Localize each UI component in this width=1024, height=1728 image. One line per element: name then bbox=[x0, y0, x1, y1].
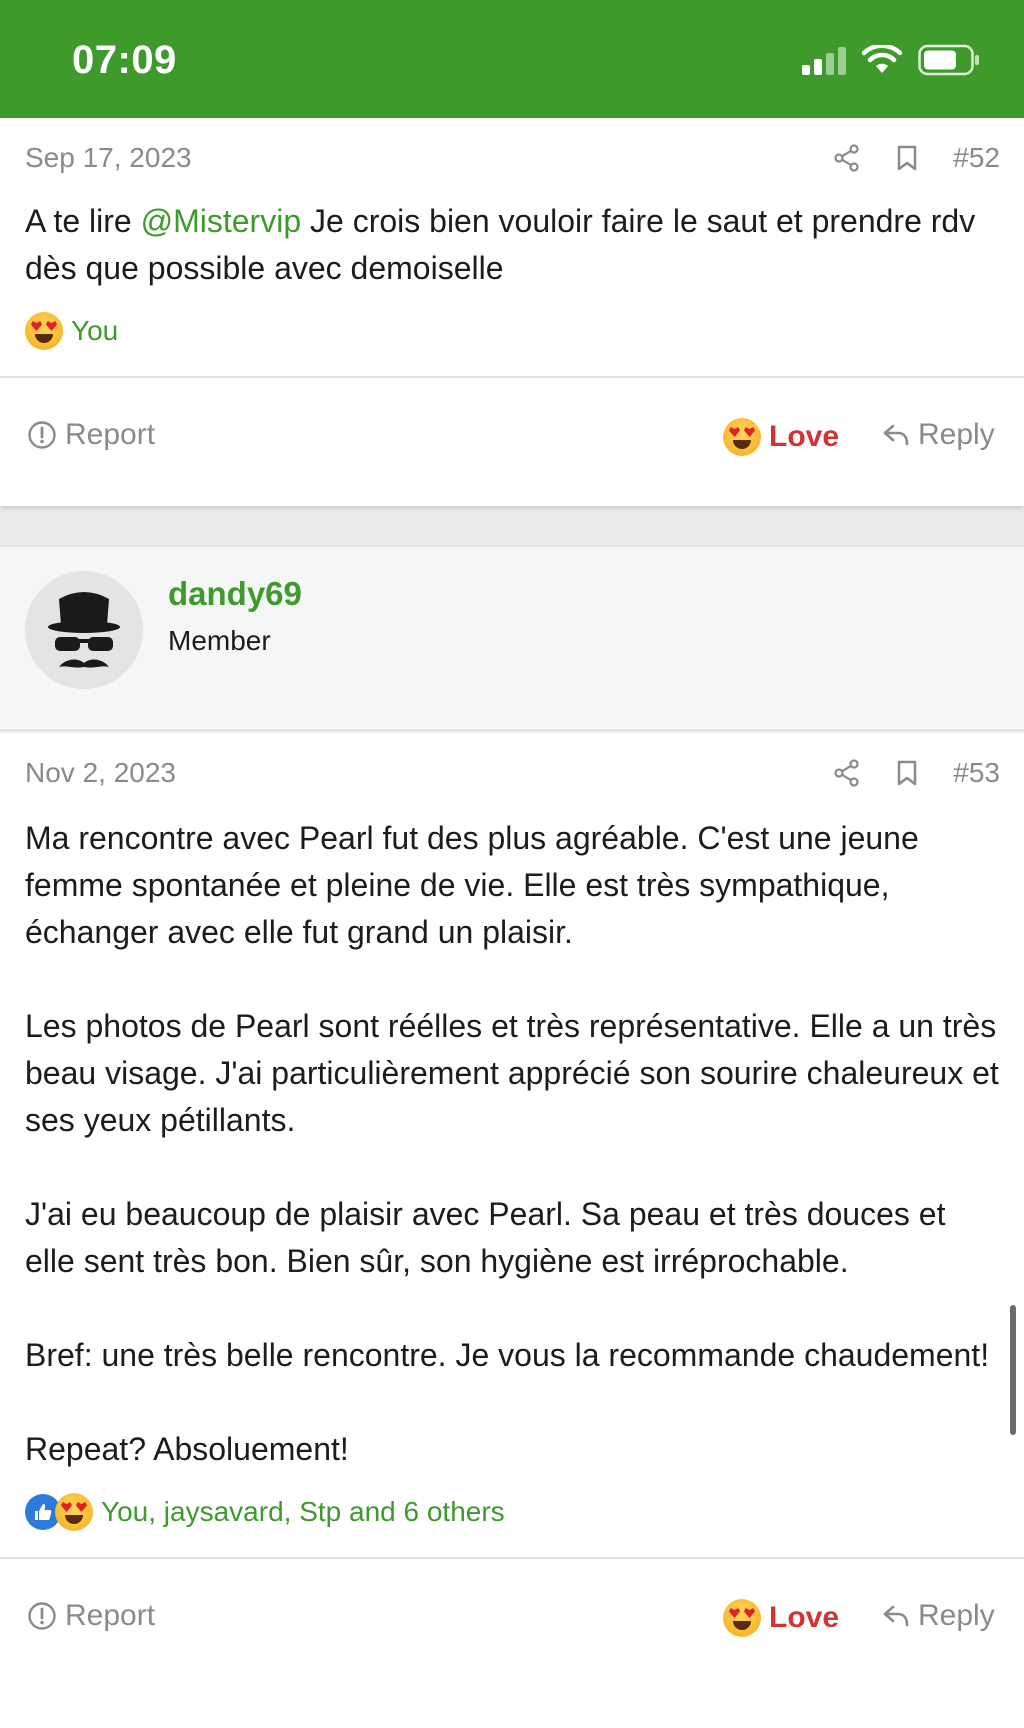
signal-icon bbox=[802, 47, 846, 75]
report-label: Report bbox=[65, 1599, 156, 1632]
love-label: Love bbox=[769, 420, 840, 453]
status-icons bbox=[800, 44, 980, 76]
post-paragraph: J'ai eu beaucoup de plaisir avec Pearl. … bbox=[25, 1196, 946, 1279]
post-tools: #52 bbox=[833, 142, 1000, 174]
reply-button[interactable]: Reply bbox=[882, 1599, 995, 1633]
love-emoji-icon bbox=[723, 1599, 761, 1637]
post-paragraph: Repeat? Absoluement! bbox=[25, 1431, 349, 1467]
post-meta: Nov 2, 2023 #53 bbox=[0, 733, 1024, 815]
post-paragraph: Bref: une très belle rencontre. Je vous … bbox=[25, 1337, 990, 1373]
status-time: 07:09 bbox=[72, 38, 177, 82]
bookmark-icon[interactable] bbox=[895, 144, 919, 172]
reactions-text[interactable]: You, jaysavard, Stp and 6 others bbox=[101, 1496, 505, 1528]
post-number[interactable]: #53 bbox=[953, 757, 1000, 789]
reactions-summary[interactable]: You, jaysavard, Stp and 6 others bbox=[0, 1493, 1024, 1531]
reactions-summary[interactable]: You bbox=[0, 312, 1024, 350]
report-icon bbox=[28, 421, 56, 449]
reply-button[interactable]: Reply bbox=[882, 418, 995, 452]
post-card-52: Sep 17, 2023 #52 A te lire @Mistervip Je… bbox=[0, 118, 1024, 506]
reactions-text[interactable]: You bbox=[71, 315, 118, 347]
share-icon[interactable] bbox=[833, 759, 861, 787]
love-button[interactable]: Love bbox=[723, 418, 839, 456]
report-icon bbox=[28, 1602, 56, 1630]
post-actions: Report Love Reply bbox=[0, 378, 1024, 496]
post-tools: #53 bbox=[833, 757, 1000, 789]
reply-icon bbox=[883, 1605, 909, 1627]
share-icon[interactable] bbox=[833, 144, 861, 172]
post-date[interactable]: Nov 2, 2023 bbox=[25, 757, 176, 789]
username[interactable]: dandy69 bbox=[168, 575, 302, 613]
love-emoji-icon bbox=[55, 1493, 93, 1531]
status-bar: 07:09 bbox=[0, 0, 1024, 118]
bookmark-icon[interactable] bbox=[895, 759, 919, 787]
report-button[interactable]: Report bbox=[27, 418, 155, 452]
love-emoji-icon bbox=[723, 418, 761, 456]
user-title: Member bbox=[168, 625, 271, 656]
post-text: A te lire @Mistervip Je crois bien voulo… bbox=[25, 198, 999, 292]
report-label: Report bbox=[65, 418, 156, 451]
user-info-block: dandy69 Member bbox=[0, 545, 1024, 731]
reply-label: Reply bbox=[918, 418, 995, 451]
user-mention[interactable]: @Mistervip bbox=[141, 203, 302, 239]
scrollbar[interactable] bbox=[1010, 1305, 1016, 1435]
love-button[interactable]: Love bbox=[723, 1599, 839, 1637]
post-card-53: Nov 2, 2023 #53 Ma rencontre avec Pearl … bbox=[0, 733, 1024, 1728]
reply-label: Reply bbox=[918, 1599, 995, 1632]
post-meta: Sep 17, 2023 #52 bbox=[0, 118, 1024, 198]
love-label: Love bbox=[769, 1601, 840, 1634]
love-emoji-icon bbox=[25, 312, 63, 350]
post-date[interactable]: Sep 17, 2023 bbox=[25, 142, 192, 174]
post-text-prefix: A te lire bbox=[25, 203, 141, 239]
wifi-icon bbox=[862, 45, 902, 73]
post-number[interactable]: #52 bbox=[953, 142, 1000, 174]
avatar[interactable] bbox=[25, 571, 143, 689]
post-paragraph: Les photos de Pearl sont réélles et très… bbox=[25, 1008, 999, 1138]
avatar-image bbox=[25, 571, 143, 689]
battery-icon bbox=[918, 44, 979, 76]
post-paragraph: Ma rencontre avec Pearl fut des plus agr… bbox=[25, 820, 919, 950]
report-button[interactable]: Report bbox=[27, 1599, 155, 1633]
post-body: A te lire @Mistervip Je crois bien voulo… bbox=[0, 198, 1024, 292]
reply-icon bbox=[883, 424, 909, 446]
post-body: Ma rencontre avec Pearl fut des plus agr… bbox=[0, 815, 1024, 1473]
post-actions: Report Love Reply bbox=[0, 1559, 1024, 1677]
